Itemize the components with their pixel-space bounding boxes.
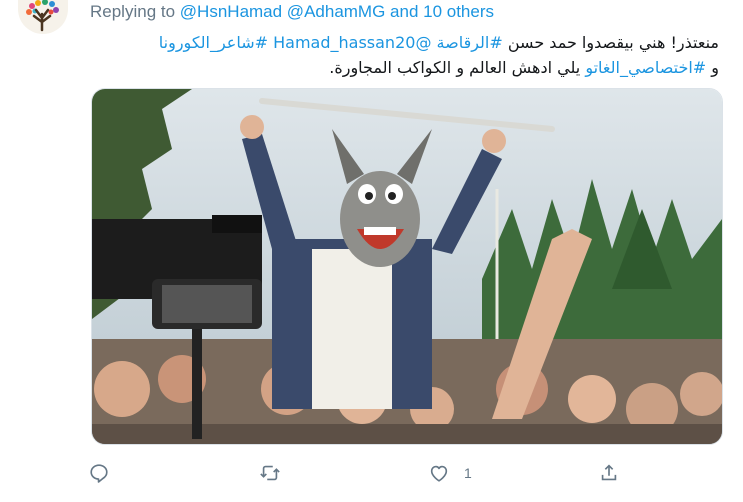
tweet-plain-text: و xyxy=(706,58,719,77)
tweet-plain-text: منعتذر! هني بيقصدوا حمد حسن xyxy=(502,33,719,52)
hashtag-link[interactable]: #الرقاصة xyxy=(437,33,503,52)
retweet-icon xyxy=(260,465,280,481)
share-icon xyxy=(601,464,617,481)
replying-to-label: Replying to xyxy=(90,2,176,21)
tweet-action-bar: 1 xyxy=(88,458,628,488)
heart-icon xyxy=(430,465,448,482)
like-button[interactable]: 1 xyxy=(428,458,472,488)
tweet-line-2: و #اختصاصي_الغاتو يلي ادهش العالم و الكو… xyxy=(79,55,719,80)
reply-icon xyxy=(90,464,108,483)
like-count: 1 xyxy=(464,465,472,481)
tree-logo-icon xyxy=(26,0,59,32)
tweet-text: منعتذر! هني بيقصدوا حمد حسن #الرقاصة @Ha… xyxy=(79,30,719,80)
hashtag-link[interactable]: #شاعر_الكورونا xyxy=(159,33,268,52)
retweet-button[interactable] xyxy=(258,458,282,488)
tweet-media-photo[interactable] xyxy=(91,88,723,445)
reply-button[interactable] xyxy=(88,458,110,488)
replying-to-mentions[interactable]: @HsnHamad @AdhamMG and 10 others xyxy=(180,2,494,21)
share-button[interactable] xyxy=(598,458,620,488)
replying-to-header: Replying to @HsnHamad @AdhamMG and 10 ot… xyxy=(90,2,494,22)
tweet-plain-text: يلي ادهش العالم و الكواكب المجاورة. xyxy=(329,58,586,77)
hashtag-link[interactable]: #اختصاصي_الغاتو xyxy=(585,58,706,77)
photo-image xyxy=(92,89,722,444)
avatar[interactable] xyxy=(18,0,68,34)
mention-link[interactable]: @Hamad_hassan20 xyxy=(273,33,431,52)
tweet-line-1: منعتذر! هني بيقصدوا حمد حسن #الرقاصة @Ha… xyxy=(79,30,719,55)
